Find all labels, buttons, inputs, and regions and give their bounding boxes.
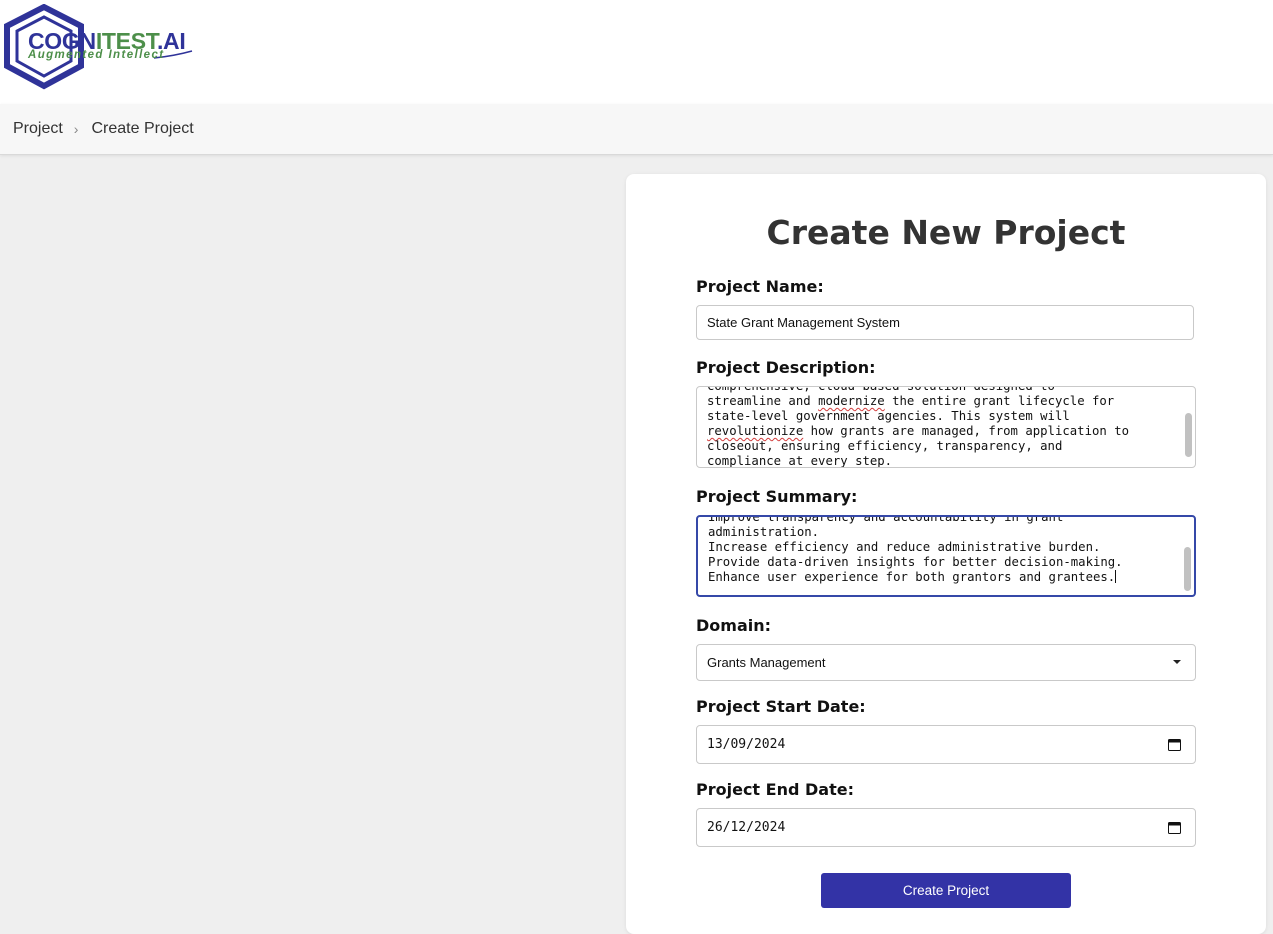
create-project-button[interactable]: Create Project <box>821 873 1071 908</box>
summary-scrollbar[interactable] <box>1184 547 1191 591</box>
project-description-textarea[interactable]: comprehensive, cloud-based solution desi… <box>696 386 1196 468</box>
page-title: Create New Project <box>766 213 1126 252</box>
description-text: comprehensive, cloud-based solution desi… <box>707 386 1129 468</box>
project-summary-label: Project Summary: <box>696 487 858 506</box>
end-date-input[interactable]: 26/12/2024 <box>696 808 1196 847</box>
domain-label: Domain: <box>696 616 772 635</box>
calendar-icon[interactable] <box>1168 738 1181 751</box>
project-summary-textarea[interactable]: Improve transparency and accountability … <box>696 515 1196 597</box>
calendar-icon[interactable] <box>1168 821 1181 834</box>
logo-tagline: Augmented Intellect <box>28 49 165 61</box>
project-name-label: Project Name: <box>696 277 824 296</box>
breadcrumb-item-create-project: Create Project <box>91 120 194 137</box>
start-date-label: Project Start Date: <box>696 697 866 716</box>
start-date-input[interactable]: 13/09/2024 <box>696 725 1196 764</box>
breadcrumb-item-project[interactable]: Project <box>13 120 63 138</box>
create-project-card: Create New Project Project Name: Project… <box>626 174 1266 934</box>
caret-down-icon <box>1173 660 1181 664</box>
domain-select[interactable]: Grants Management <box>696 644 1196 681</box>
chevron-right-icon: › <box>73 121 79 137</box>
text-cursor <box>1115 570 1117 583</box>
top-header: COGNITEST.AI Augmented Intellect <box>0 0 1273 104</box>
end-date-label: Project End Date: <box>696 780 854 799</box>
start-date-value: 13/09/2024 <box>707 737 786 752</box>
summary-text: Improve transparency and accountability … <box>708 515 1123 584</box>
breadcrumb: Project › Create Project <box>13 104 194 154</box>
project-name-input[interactable] <box>696 305 1194 340</box>
description-scrollbar[interactable] <box>1185 413 1192 457</box>
breadcrumb-bar: Project › Create Project <box>0 104 1273 155</box>
cognitest-logo[interactable]: COGNITEST.AI Augmented Intellect <box>4 4 204 90</box>
domain-selected-value: Grants Management <box>707 655 826 670</box>
end-date-value: 26/12/2024 <box>707 820 786 835</box>
project-description-label: Project Description: <box>696 358 876 377</box>
